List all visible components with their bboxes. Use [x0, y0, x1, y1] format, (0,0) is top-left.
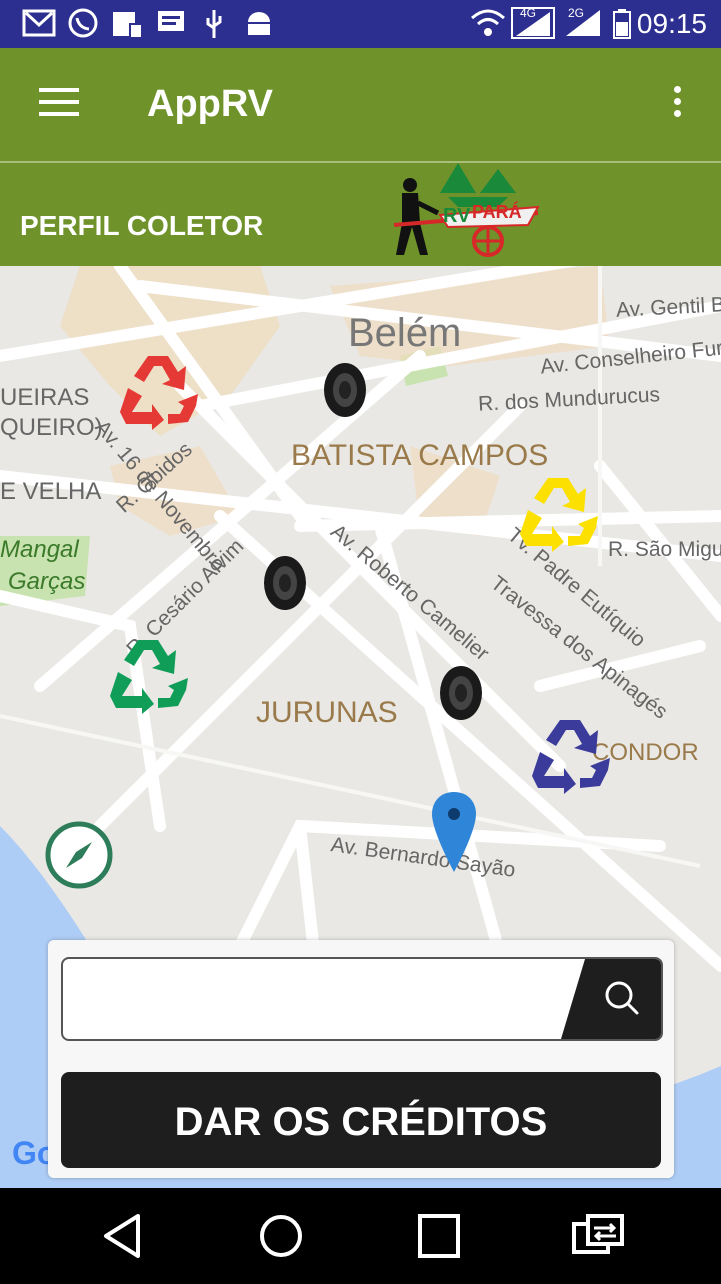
recycle-marker-blue[interactable] — [530, 718, 610, 794]
search-panel: DAR OS CRÉDITOS — [48, 940, 674, 1178]
location-pin-icon[interactable] — [430, 790, 478, 874]
home-icon[interactable] — [258, 1212, 304, 1260]
usb-icon — [206, 10, 222, 38]
switch-icon[interactable] — [570, 1212, 628, 1260]
android-icon — [248, 12, 270, 35]
recycle-marker-yellow[interactable] — [518, 476, 598, 552]
map-label-partial-5: Garças — [8, 568, 86, 595]
network-4g-label: 4G — [520, 6, 537, 20]
app-bar: AppRV — [0, 48, 721, 163]
map-label-belem: Belém — [348, 311, 462, 355]
map-label-partial-4: Mangal — [0, 536, 79, 563]
map-label-batista-campos: BATISTA CAMPOS — [291, 439, 549, 472]
hamburger-icon[interactable] — [39, 88, 79, 118]
recycle-marker-green[interactable] — [108, 638, 188, 714]
tire-marker-2[interactable] — [262, 554, 308, 612]
map-label-jurunas: JURUNAS — [256, 696, 398, 729]
map-label-partial-2: QUEIRO) — [0, 414, 103, 441]
search-input[interactable] — [73, 969, 557, 1027]
search-box — [61, 957, 663, 1041]
recycle-marker-red[interactable] — [118, 354, 198, 430]
logo-text-rv: RV — [443, 205, 471, 227]
whatsapp-icon — [68, 8, 98, 38]
logo-text-para: PARÁ — [472, 201, 522, 222]
compass-icon[interactable] — [44, 820, 114, 890]
system-nav-bar — [0, 1188, 721, 1284]
search-button[interactable] — [561, 959, 661, 1039]
back-icon[interactable] — [100, 1212, 144, 1260]
network-2g-label: 2G — [568, 6, 585, 20]
message-icon — [158, 11, 184, 31]
rv-para-logo: RV PARÁ — [388, 163, 548, 266]
battery-icon — [613, 9, 631, 39]
signal-2g-icon: 2G — [562, 6, 604, 40]
sim-icon — [113, 12, 143, 39]
map-label-partial-1: UEIRAS — [0, 384, 90, 411]
clock: 09:15 — [636, 8, 707, 39]
more-vert-icon[interactable] — [670, 86, 684, 126]
wifi-icon — [471, 9, 505, 36]
signal-icon: 4G — [510, 6, 556, 40]
app-title: AppRV — [147, 83, 273, 125]
recents-icon[interactable] — [416, 1212, 462, 1260]
tire-marker-1[interactable] — [322, 361, 368, 419]
status-bar: 4G 2G 09:15 — [0, 0, 721, 48]
tire-marker-3[interactable] — [438, 664, 484, 722]
give-credits-button[interactable]: DAR OS CRÉDITOS — [61, 1072, 661, 1168]
map-label-sao-miguel: R. São Migue — [608, 538, 721, 561]
profile-bar: PERFIL COLETOR RV PARÁ — [0, 163, 721, 266]
profile-label: PERFIL COLETOR — [20, 210, 264, 241]
map-label-partial-3: E VELHA — [0, 478, 102, 505]
gmail-icon — [22, 9, 56, 37]
